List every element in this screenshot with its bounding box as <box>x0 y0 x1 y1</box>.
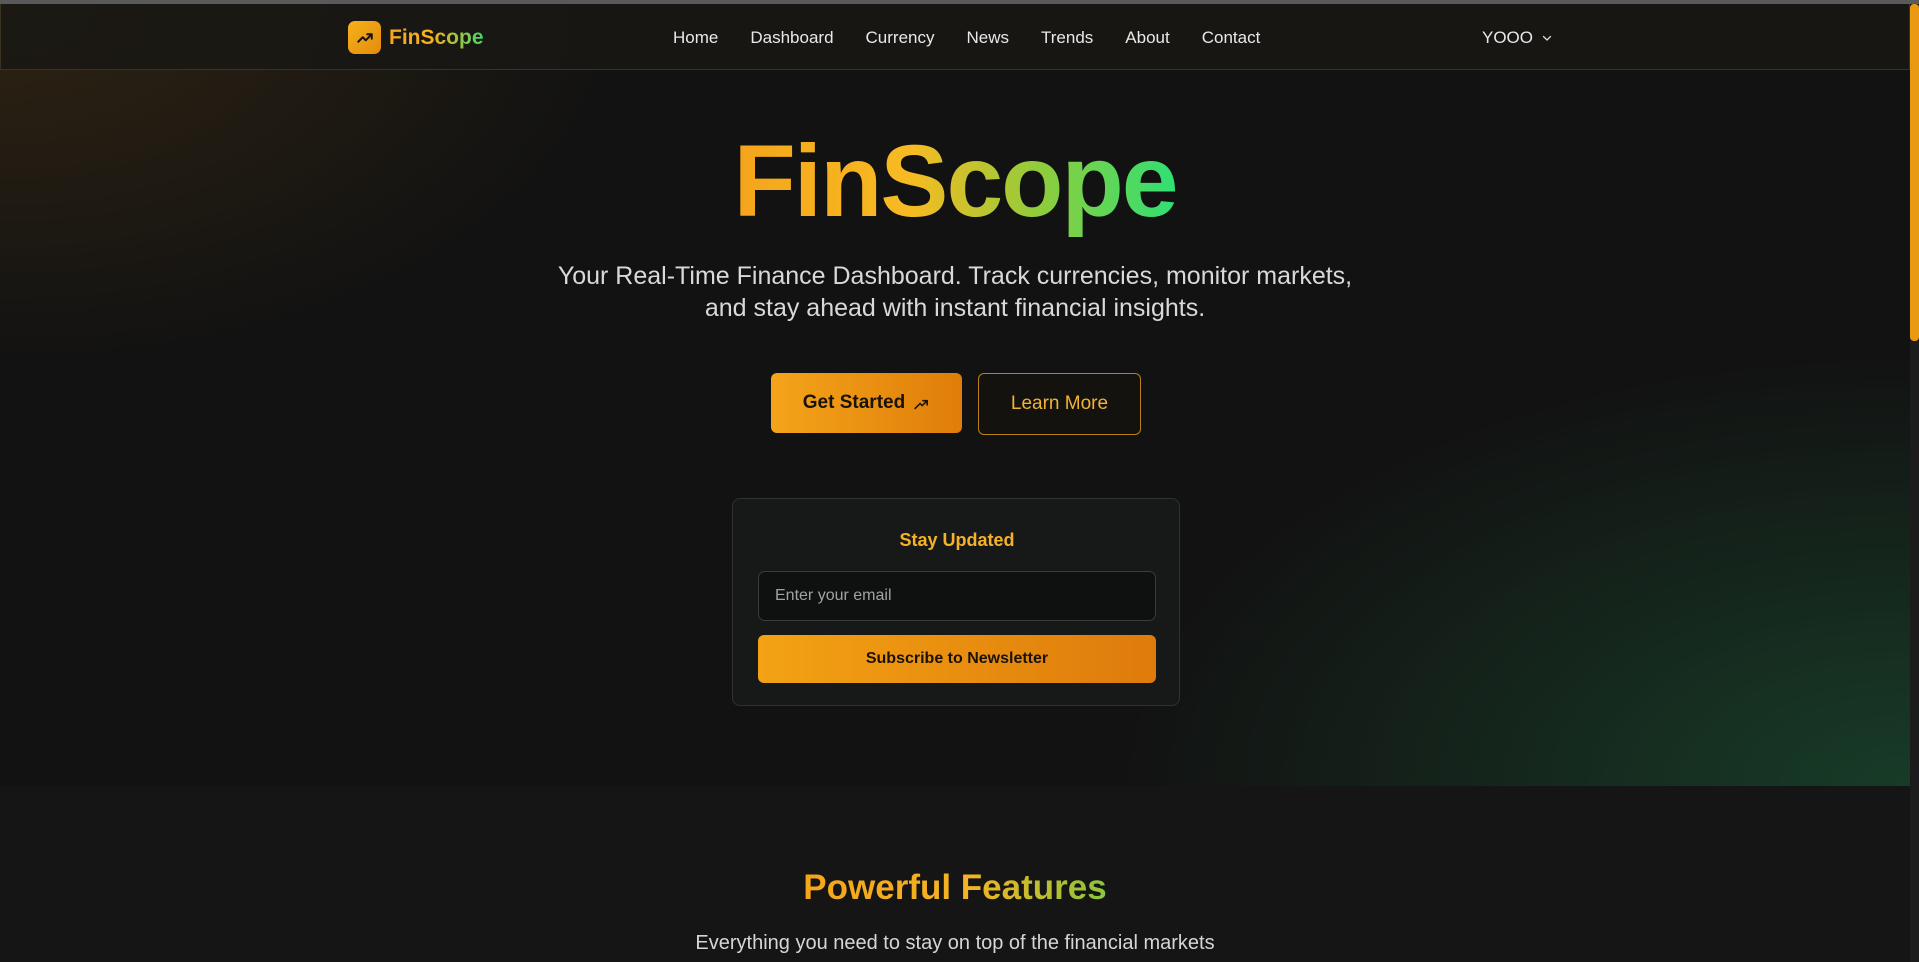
page: FinScope Home Dashboard Currency News Tr… <box>0 4 1910 962</box>
features-subtitle: Everything you need to stay on top of th… <box>695 932 1215 954</box>
features-title: Powerful Features <box>803 868 1107 907</box>
user-menu[interactable]: YOOO <box>1482 28 1553 48</box>
nav-links: Home Dashboard Currency News Trends Abou… <box>673 28 1292 48</box>
nav-link-about[interactable]: About <box>1125 28 1169 48</box>
navbar: FinScope Home Dashboard Currency News Tr… <box>0 4 1910 70</box>
trending-up-icon <box>348 21 381 54</box>
nav-link-currency[interactable]: Currency <box>866 28 935 48</box>
features-section: Powerful Features Everything you need to… <box>0 786 1910 962</box>
scrollbar-thumb[interactable] <box>1910 4 1919 341</box>
nav-link-home[interactable]: Home <box>673 28 718 48</box>
brand-logo[interactable]: FinScope <box>348 21 484 54</box>
learn-more-button[interactable]: Learn More <box>978 373 1141 435</box>
hero-section: FinScope Home Dashboard Currency News Tr… <box>0 4 1910 786</box>
user-name: YOOO <box>1482 28 1534 47</box>
get-started-button[interactable]: Get Started <box>771 373 962 433</box>
hero-subtitle: Your Real-Time Finance Dashboard. Track … <box>557 262 1353 322</box>
nav-link-contact[interactable]: Contact <box>1202 28 1261 48</box>
email-field[interactable] <box>758 571 1156 621</box>
get-started-label: Get Started <box>802 392 906 413</box>
newsletter-title: Stay Updated <box>899 530 1015 550</box>
trending-arrow-icon <box>914 399 929 409</box>
chevron-down-icon <box>1542 35 1552 41</box>
nav-link-trends[interactable]: Trends <box>1041 28 1093 48</box>
nav-link-dashboard[interactable]: Dashboard <box>750 28 833 48</box>
subscribe-button[interactable]: Subscribe to Newsletter <box>758 635 1156 683</box>
newsletter-card: Stay Updated Subscribe to Newsletter <box>732 498 1180 706</box>
nav-link-news[interactable]: News <box>967 28 1010 48</box>
brand-name: FinScope <box>389 25 484 49</box>
hero-title: FinScope <box>733 124 1178 238</box>
